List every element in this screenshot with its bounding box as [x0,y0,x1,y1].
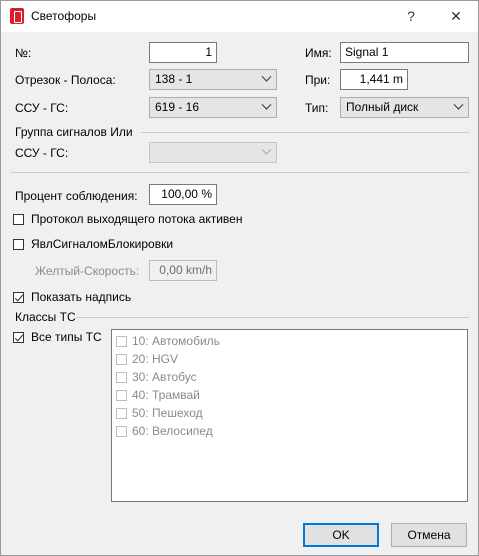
name-field[interactable]: Signal 1 [340,42,469,63]
vehicle-class-label: 30: Автобус [132,370,197,384]
vehicle-classes-divider [77,317,469,318]
chevron-down-icon [453,99,464,110]
vehicle-class-checkbox[interactable] [116,408,127,419]
group-or-ssu-select[interactable] [149,142,277,163]
compliance-label: Процент соблюдения: [15,189,138,203]
name-label: Имя: [305,46,332,60]
ssu-label: ССУ - ГС: [15,101,69,115]
vehicle-class-label: 40: Трамвай [132,388,200,402]
segment-select[interactable]: 138 - 1 [149,69,277,90]
vehicle-class-list[interactable]: 10: Автомобиль 20: HGV 30: Автобус 40: Т… [111,329,468,502]
vehicle-class-label: 50: Пешеход [132,406,203,420]
segment-label: Отрезок - Полоса: [15,73,116,87]
vehicle-class-checkbox[interactable] [116,354,127,365]
ssu-select-value: 619 - 16 [155,100,200,114]
vehicle-class-checkbox[interactable] [116,372,127,383]
chevron-down-icon [261,99,272,110]
vehicle-class-checkbox[interactable] [116,390,127,401]
close-button[interactable]: ✕ [445,6,467,26]
block-signal-label: ЯвлСигналомБлокировки [31,237,174,251]
type-select[interactable]: Полный диск [340,97,469,118]
vehicle-class-checkbox[interactable] [116,426,127,437]
title-bar: Светофоры ? ✕ [1,1,478,32]
yellow-speed-label: Желтый-Скорость: [35,264,140,278]
show-label-checkbox[interactable] [13,292,24,303]
yellow-speed-field[interactable]: 0,00 km/h [149,260,217,281]
cancel-button[interactable]: Отмена [391,523,467,547]
at-label: При: [305,73,331,87]
vehicle-class-label: 20: HGV [132,352,179,366]
outflow-protocol-label: Протокол выходящего потока активен [31,212,243,226]
number-label: №: [15,46,32,60]
window-title: Светофоры [31,9,97,23]
vehicle-classes-heading: Классы ТС [15,310,76,324]
chevron-down-icon [261,71,272,82]
at-field[interactable]: 1,441 m [340,69,408,90]
all-types-checkbox[interactable] [13,332,24,343]
help-button[interactable]: ? [401,6,421,26]
group-or-divider [141,132,469,133]
traffic-light-icon [10,8,24,24]
vehicle-class-checkbox[interactable] [116,336,127,347]
number-field[interactable]: 1 [149,42,217,63]
group-or-heading: Группа сигналов Или [15,125,133,139]
chevron-down-icon [261,144,272,155]
show-label-label: Показать надпись [31,290,132,304]
vehicle-class-label: 10: Автомобиль [132,334,220,348]
group-or-ssu-label: ССУ - ГС: [15,146,69,160]
all-types-label: Все типы ТС [31,330,102,344]
compliance-field[interactable]: 100,00 % [149,184,217,205]
outflow-protocol-checkbox[interactable] [13,214,24,225]
vehicle-class-label: 60: Велосипед [132,424,213,438]
type-select-value: Полный диск [346,100,419,114]
ok-button[interactable]: OK [303,523,379,547]
segment-select-value: 138 - 1 [155,72,193,86]
block-signal-checkbox[interactable] [13,239,24,250]
section-divider [11,172,469,173]
ssu-select[interactable]: 619 - 16 [149,97,277,118]
type-label: Тип: [305,101,329,115]
dialog-window: Светофоры ? ✕ №: 1 Имя: Signal 1 Отрезок… [0,0,479,556]
